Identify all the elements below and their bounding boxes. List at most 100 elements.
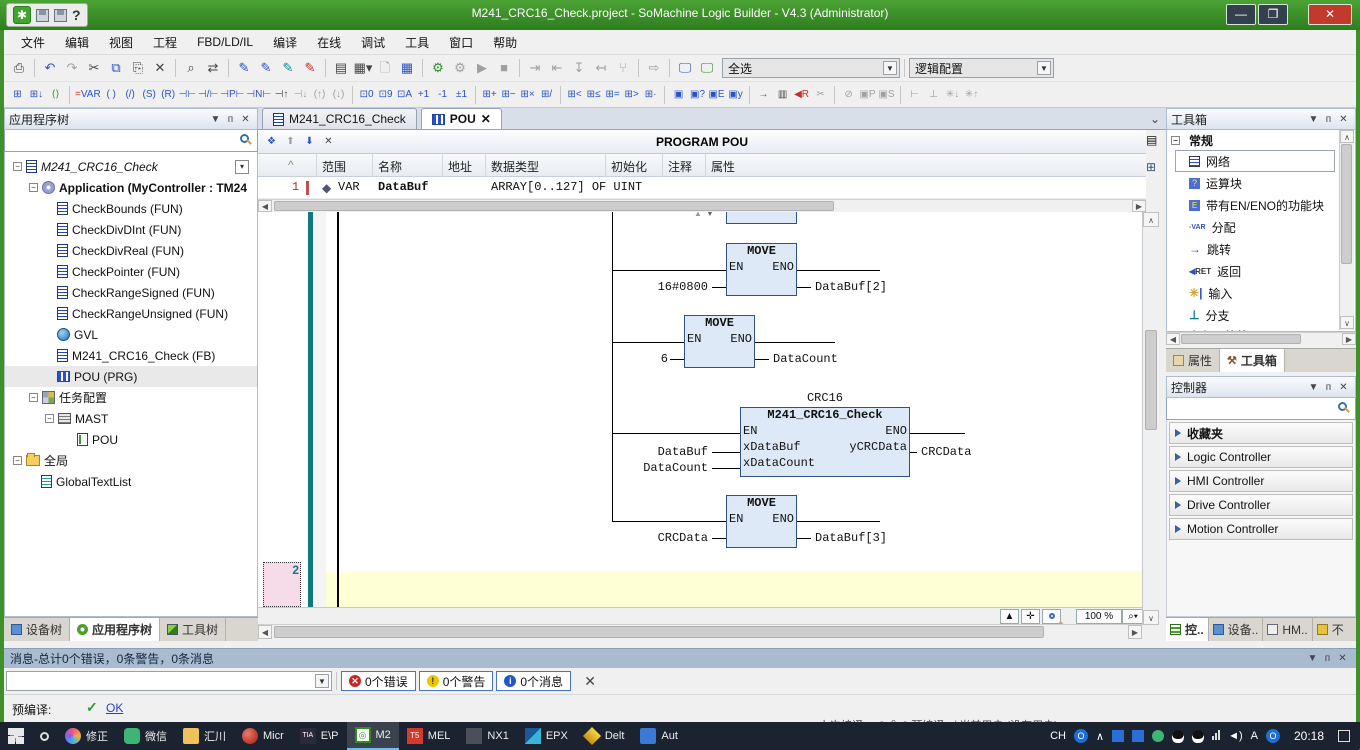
volume-icon[interactable]: ◄) (1228, 730, 1243, 742)
tree-item-project-root[interactable]: − M241_CRC16_Check ▾ (5, 156, 257, 177)
taskbar-mel[interactable]: T5 MEL (399, 722, 459, 750)
pen-input-icon[interactable]: A (1251, 730, 1258, 742)
negated-coil-icon[interactable]: (/) (122, 85, 139, 105)
replace-icon[interactable]: ⇄ (203, 58, 223, 78)
chevron-down-icon[interactable]: ▼ (208, 114, 223, 125)
scroll-down-icon[interactable]: ∨ (1143, 610, 1159, 625)
move3-input-operand[interactable]: CRCData (618, 531, 708, 545)
monitor-icon[interactable]: 🖵 (675, 58, 695, 78)
print-icon[interactable]: ⎙ (9, 58, 29, 78)
cutoff-icon[interactable]: ✂ (812, 85, 829, 105)
lt-block-icon[interactable]: ⊞< (566, 85, 583, 105)
mul-block-icon[interactable]: ⊞× (519, 85, 536, 105)
pin-icon[interactable]: ᴨ (1321, 382, 1336, 393)
step-out-icon[interactable]: ↧ (569, 58, 589, 78)
menu-file[interactable]: 文件 (12, 31, 54, 54)
tray-expand-chevron-icon[interactable]: ∧ (1096, 730, 1104, 743)
taskbar-search-button[interactable] (32, 722, 57, 750)
collapse-icon[interactable]: − (1171, 136, 1180, 145)
grid-dropdown-icon[interactable]: ▦▾ (353, 58, 373, 78)
tab-properties[interactable]: 属性 (1166, 349, 1220, 372)
tree-item-checkrangesigned[interactable]: CheckRangeSigned (FUN) (5, 282, 257, 303)
redo-icon[interactable]: ↷ (62, 58, 82, 78)
tab-application-tree[interactable]: 应用程序树 (70, 618, 160, 641)
toolbox-vscrollbar[interactable]: ∧ ∨ (1339, 130, 1354, 330)
tree-item-checkdivdint[interactable]: CheckDivDInt (FUN) (5, 219, 257, 240)
magnifier-icon[interactable] (1042, 609, 1061, 624)
branch-icon[interactable]: ⊢ (906, 85, 923, 105)
toolbox-item-box[interactable]: ? 运算块 (1167, 172, 1355, 194)
branch-down-icon[interactable]: ⊥ (925, 85, 942, 105)
clipped-block[interactable] (726, 212, 797, 224)
undo-icon[interactable]: ↶ (40, 58, 60, 78)
pin-icon[interactable]: ᴨ (1321, 114, 1336, 125)
clock[interactable]: 20:18 (1294, 729, 1324, 743)
scroll-up-icon[interactable]: ∧ (1340, 130, 1354, 143)
taskbar-nx1[interactable]: NX1 (458, 722, 516, 750)
precompile-ok-link[interactable]: OK (106, 701, 123, 715)
move1-input-operand[interactable]: 16#0800 (618, 280, 708, 294)
move-down-icon[interactable]: ⬇ (301, 132, 318, 152)
chevron-down-icon[interactable]: ▼ (1037, 61, 1051, 75)
flow-control-icon[interactable]: ⇨ (644, 58, 664, 78)
delete-variable-icon[interactable]: ✕ (320, 132, 337, 152)
declaration-hscrollbar[interactable]: ◀ ▶ (258, 199, 1146, 212)
collapse-icon[interactable]: − (29, 393, 38, 402)
crc16-input2-operand[interactable]: DataCount (618, 461, 708, 475)
menu-tools[interactable]: 工具 (396, 31, 438, 54)
rs-block-icon[interactable]: ⊡A (396, 85, 413, 105)
editor-tab-crc16[interactable]: M241_CRC16_Check (262, 108, 417, 129)
tree-item-checkpointer[interactable]: CheckPointer (FUN) (5, 261, 257, 282)
gt-block-icon[interactable]: ⊞> (623, 85, 640, 105)
edge-coil-icon[interactable]: (↑) (311, 85, 328, 105)
find-icon[interactable]: ⌕ (181, 58, 201, 78)
toolbox-item-jump[interactable]: → 跳转 (1167, 238, 1355, 260)
search-icon[interactable] (1338, 402, 1347, 411)
tree-item-crc16-fb[interactable]: M241_CRC16_Check (FB) (5, 345, 257, 366)
zoom-dropdown-icon[interactable]: ⌕▾ (1122, 609, 1144, 624)
ime-language-indicator[interactable]: CH (1050, 730, 1066, 742)
bookmark-next-icon[interactable]: ✎ (256, 58, 276, 78)
taskbar-aut[interactable]: Aut (632, 722, 686, 750)
tree-item-application[interactable]: − Application (MyController : TM24 (5, 177, 257, 198)
network-icon[interactable] (1212, 730, 1220, 743)
menu-help[interactable]: 帮助 (484, 31, 526, 54)
declaration-grid-icon[interactable]: ⊞ (1146, 160, 1156, 174)
set-reset-icon[interactable]: ▣S (878, 85, 895, 105)
rising-edge-contact-icon[interactable]: ⊣↑ (273, 85, 290, 105)
taskbar-micr[interactable]: Micr (234, 722, 292, 750)
start-button[interactable] (0, 722, 32, 750)
scroll-down-icon[interactable]: ∨ (1340, 316, 1354, 329)
input-add-icon[interactable]: ✳↓ (944, 85, 961, 105)
negated-contact-icon[interactable]: ⊣/⊢ (198, 85, 218, 105)
new-object-icon[interactable]: 🗋 (375, 58, 395, 78)
paste-icon[interactable]: ⎘ (128, 58, 148, 78)
le-block-icon[interactable]: ⊞≤ (585, 85, 602, 105)
chevron-down-icon[interactable]: ▼ (1306, 382, 1321, 393)
chevron-down-icon[interactable]: ▼ (1305, 653, 1320, 664)
negate-icon[interactable]: ⊘ (840, 85, 857, 105)
parallel-neg-contact-icon[interactable]: ⊣N⊢ (246, 85, 271, 105)
label-icon[interactable]: ▥ (774, 85, 791, 105)
chevron-down-icon[interactable]: ▼ (1306, 114, 1321, 125)
tab-tools-tree[interactable]: 工具树 (160, 618, 226, 641)
crc16-input1-operand[interactable]: DataBuf (618, 445, 708, 459)
section-hmi-controller[interactable]: HMI Controller (1169, 470, 1353, 492)
taskbar-epx[interactable]: EPX (517, 722, 576, 750)
collapse-icon[interactable]: − (13, 456, 22, 465)
toolbox-hscrollbar[interactable]: ◀ ▶ (1166, 332, 1356, 346)
splitter-up-icon[interactable]: ▲ (694, 212, 702, 218)
scroll-right-icon[interactable]: ▶ (1132, 200, 1146, 212)
move2-input-operand[interactable]: 6 (578, 352, 668, 366)
contact-icon[interactable]: ⊣⊢ (179, 85, 196, 105)
tab-hmi[interactable]: HM.. (1263, 618, 1312, 641)
counter-block-icon[interactable]: ⊡9 (377, 85, 394, 105)
clear-messages-icon[interactable]: ✕ (580, 671, 600, 691)
tab-toolbox[interactable]: ⚒ 工具箱 (1220, 349, 1285, 372)
tree-item-pou-call[interactable]: POU (5, 429, 257, 450)
section-drive-controller[interactable]: Drive Controller (1169, 494, 1353, 516)
taskbar-tia[interactable]: TIA E\P (292, 722, 347, 750)
step-over-icon[interactable]: ⇥ (525, 58, 545, 78)
move1-output-operand[interactable]: DataBuf[2] (815, 280, 887, 294)
tree-item-mast[interactable]: − MAST (5, 408, 257, 429)
